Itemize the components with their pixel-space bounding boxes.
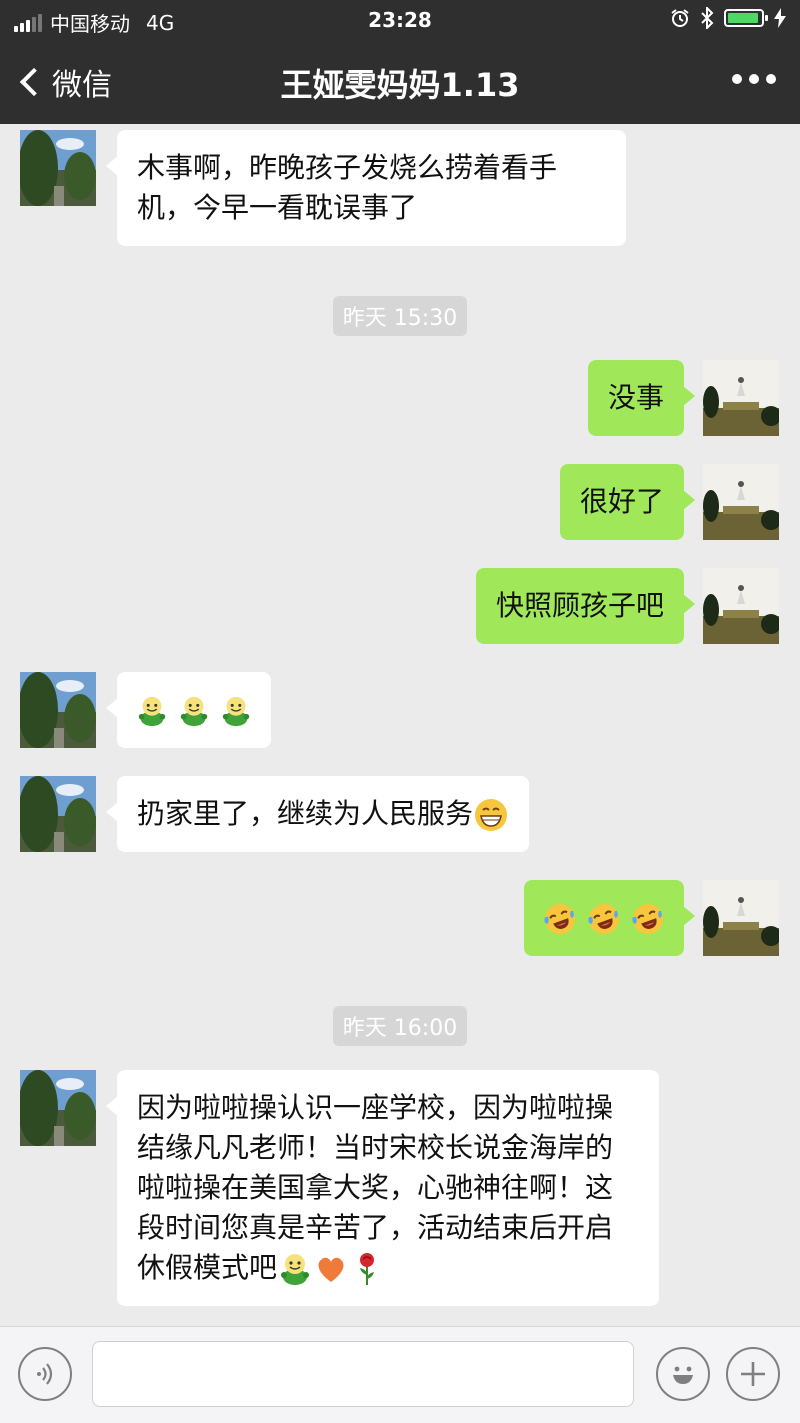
message-bubble-received[interactable]: 扔家里了，继续为人民服务 <box>105 776 530 852</box>
laugh-cry-emoji <box>630 901 666 937</box>
heart-emoji <box>313 1251 349 1287</box>
rose-emoji <box>349 1251 385 1287</box>
laugh-cry-emoji <box>586 901 622 937</box>
avatar[interactable] <box>20 672 96 748</box>
status-bar: 中国移动 4G 23:28 <box>0 0 800 40</box>
smile-bot-emoji <box>277 1251 313 1287</box>
message-bubble-received[interactable]: 因为啦啦操认识一座学校，因为啦啦操结缘凡凡老师！当时宋校长说金海岸的啦啦操在美国… <box>106 1070 659 1306</box>
message-bubble-sent[interactable] <box>524 880 695 956</box>
smile-bot-emoji <box>177 693 211 729</box>
message-text: 扔家里了，继续为人民服务 <box>137 797 474 830</box>
emoji-icon <box>673 1366 693 1384</box>
avatar-self[interactable] <box>703 568 779 644</box>
status-right <box>670 7 786 29</box>
message-bubble-received[interactable]: 木事啊，昨晚孩子发烧么捞着看手机，今早一看耽误事了 <box>106 130 626 246</box>
timestamp: 昨天 15:30 <box>0 296 800 336</box>
avatar-self[interactable] <box>703 880 779 956</box>
message-bubble-sent[interactable]: 很好了 <box>559 464 696 540</box>
avatar-self[interactable] <box>703 464 779 540</box>
emoji-row <box>542 901 666 937</box>
battery-icon <box>724 9 768 27</box>
laugh-cry-emoji <box>542 901 578 937</box>
chat-title: 王娅雯妈妈1.13 <box>280 66 520 104</box>
message-input[interactable] <box>92 1341 634 1407</box>
chat-area[interactable]: 木事啊，昨晚孩子发烧么捞着看手机，今早一看耽误事了 昨天 15:30 没事 很好… <box>0 124 800 1326</box>
smile-bot-emoji <box>135 693 169 729</box>
charging-icon <box>774 8 786 28</box>
message-text: 没事 <box>607 381 664 414</box>
message-bubble-sent[interactable]: 没事 <box>587 360 696 436</box>
message-text: 木事啊，昨晚孩子发烧么捞着看手机，今早一看耽误事了 <box>137 151 558 224</box>
avatar[interactable] <box>20 776 96 852</box>
smile-bot-emoji <box>219 693 253 729</box>
voice-icon <box>37 1363 53 1385</box>
avatar-self[interactable] <box>703 360 779 436</box>
nav-bar: 微信 王娅雯妈妈1.13 <box>0 40 800 124</box>
plus-icon <box>741 1362 765 1386</box>
timestamp: 昨天 16:00 <box>0 1006 800 1046</box>
message-bubble-received[interactable] <box>106 672 271 748</box>
more-dots-icon[interactable] <box>732 74 776 84</box>
message-bubble-sent[interactable]: 快照顾孩子吧 <box>475 568 696 644</box>
message-text: 很好了 <box>579 485 664 518</box>
timestamp-text: 昨天 15:30 <box>332 296 468 336</box>
avatar[interactable] <box>20 130 96 206</box>
input-bar <box>0 1326 800 1423</box>
bluetooth-icon <box>701 7 714 29</box>
alarm-icon <box>671 9 689 27</box>
emoji-button[interactable] <box>656 1347 710 1401</box>
plus-button[interactable] <box>726 1347 780 1401</box>
message-text: 快照顾孩子吧 <box>495 589 664 622</box>
timestamp-text: 昨天 16:00 <box>332 1006 468 1046</box>
avatar[interactable] <box>20 1070 96 1146</box>
emoji-row <box>135 693 253 729</box>
voice-button[interactable] <box>18 1347 72 1401</box>
grin-emoji <box>473 797 509 833</box>
